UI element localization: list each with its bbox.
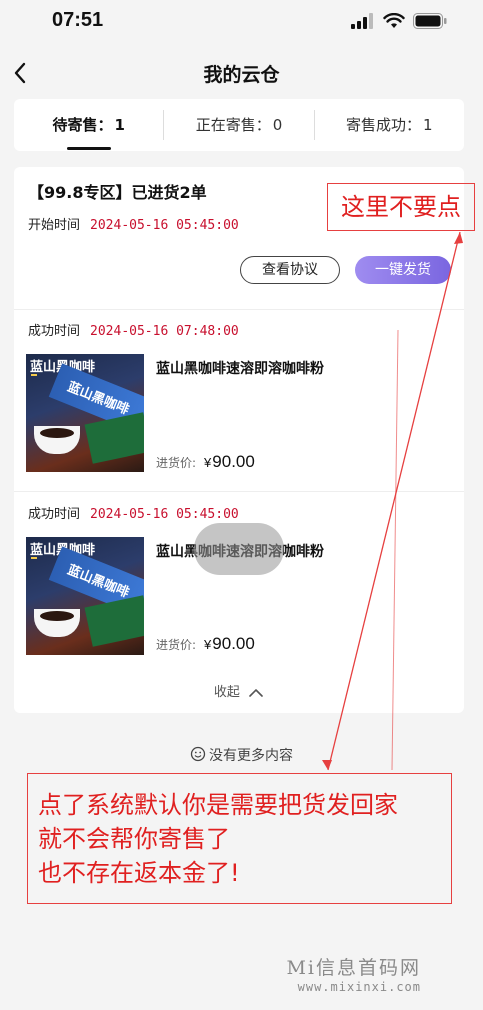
view-agreement-button[interactable]: 查看协议 [240,256,340,284]
tab-consignment-success[interactable]: 寄售成功： 1 [315,99,464,151]
success-time-value: 2024-05-16 07:48:00 [90,324,239,339]
battery-icon [413,13,447,29]
product-image[interactable]: 蓝山黑咖啡 蓝山黑咖啡 [26,537,144,655]
start-time-value: 2024-05-16 05:45:00 [90,218,239,233]
tab-label: 正在寄售： [195,116,271,134]
currency-symbol: ¥ [204,455,212,470]
price-row: 进货价: ¥90.00 [156,452,255,472]
cellular-signal-icon [351,13,373,29]
order-card: 【99.8专区】已进货2单 开始时间 2024-05-16 05:45:00 查看… [14,167,464,713]
divider [14,309,464,310]
start-time-label: 开始时间 [28,218,81,233]
tab-label: 待寄售： [52,116,113,134]
product-name[interactable]: 蓝山黑咖啡速溶即溶咖啡粉 [156,358,324,378]
tab-count: 1 [114,116,125,134]
annotation-line: 点了系统默认你是需要把货发回家 [38,791,398,819]
success-time-label: 成功时间 [28,507,81,522]
watermark-url: www.mixinxi.com [297,980,421,994]
annotation-line: 也不存在返本金了! [38,859,240,887]
annotation-warning-top: 这里不要点 [327,183,475,231]
price-value: 90.00 [212,452,255,471]
watermark: Mi信息首码网 www.mixinxi.com [286,953,421,994]
success-time-value: 2024-05-16 05:45:00 [90,507,239,522]
tab-pending-consignment[interactable]: 待寄售： 1 [14,99,163,151]
price-value-wrap: ¥90.00 [204,634,255,653]
tab-consigning[interactable]: 正在寄售： 0 [164,99,313,151]
price-value-wrap: ¥90.00 [204,452,255,471]
tab-count: 0 [272,116,283,134]
product-image[interactable]: 蓝山黑咖啡 蓝山黑咖啡 [26,354,144,472]
success-time-row: 成功时间 2024-05-16 05:45:00 [28,503,239,522]
page-title: 我的云仓 [203,64,280,86]
status-bar: 07:51 [0,0,483,44]
price-value: 90.00 [212,634,255,653]
no-more-content: 没有更多内容 [0,745,483,765]
order-title: 【99.8专区】已进货2单 [28,183,207,202]
product-image-box-text: 蓝山黑咖啡 [65,379,132,418]
success-time-label: 成功时间 [28,324,81,339]
tab-count: 1 [423,116,433,134]
no-more-label: 没有更多内容 [209,748,293,764]
tab-label: 寄售成功： [346,116,422,134]
one-click-ship-button[interactable]: 一键发货 [355,256,451,284]
coffee-cup-graphic [34,609,80,637]
collapse-button[interactable]: 收起 [14,681,464,700]
coffee-cup-graphic [34,426,80,454]
status-tabs: 待寄售： 1 正在寄售： 0 寄售成功： 1 [14,99,464,151]
divider [14,491,464,492]
price-row: 进货价: ¥90.00 [156,634,255,654]
product-image-stick [84,412,144,464]
product-image-stick [84,595,144,647]
currency-symbol: ¥ [204,637,212,652]
touch-indicator [194,523,284,575]
start-time-row: 开始时间 2024-05-16 05:45:00 [28,214,239,233]
status-icons [351,13,447,29]
price-label: 进货价: [156,456,197,470]
annotation-line: 就不会帮你寄售了 [38,825,230,853]
price-label: 进货价: [156,638,197,652]
watermark-title: Mi信息首码网 [286,957,421,979]
smiley-icon [190,746,206,762]
annotation-warning-bottom: 点了系统默认你是需要把货发回家 就不会帮你寄售了 也不存在返本金了! [27,773,452,904]
product-image-tag [31,374,37,376]
nav-bar: 我的云仓 [0,48,483,98]
active-tab-indicator [66,147,111,150]
chevron-up-icon [249,688,263,697]
success-time-row: 成功时间 2024-05-16 07:48:00 [28,320,239,339]
status-time: 07:51 [52,9,104,31]
collapse-label: 收起 [213,685,240,700]
product-image-tag [31,557,37,559]
wifi-icon [383,13,405,28]
product-image-box-text: 蓝山黑咖啡 [65,562,132,601]
